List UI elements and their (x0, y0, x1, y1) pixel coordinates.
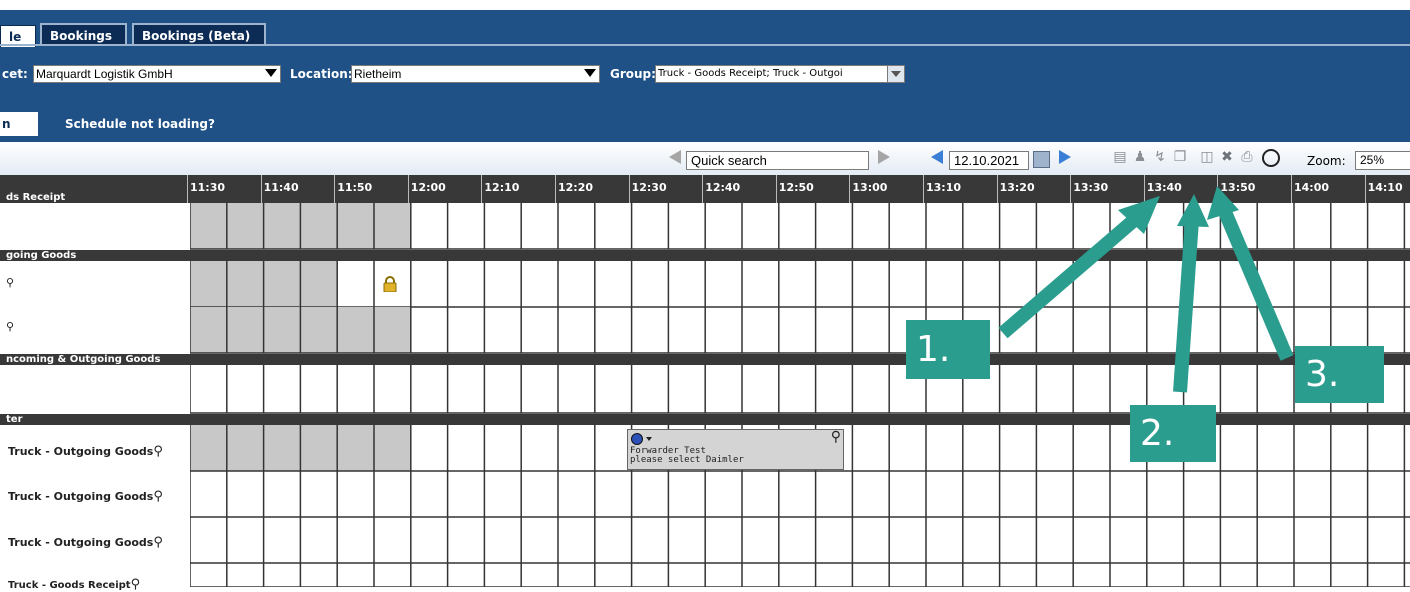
annotation-3: 3. (1295, 346, 1384, 403)
row-label[interactable]: ⚲ (6, 276, 14, 289)
person-icon[interactable]: ♟ (1132, 149, 1148, 165)
magnifier-icon[interactable]: ⚲ (131, 577, 141, 592)
section-label: ncoming & Outgoing Goods (6, 354, 161, 365)
subtab-schedule-help[interactable]: Schedule not loading? (65, 112, 215, 136)
dropdown-arrow-icon[interactable] (646, 437, 652, 441)
printer-icon[interactable]: ⎙ (1239, 149, 1255, 165)
magnifier-icon[interactable]: ⚲ (153, 444, 163, 459)
print-list-icon[interactable]: ▤ (1112, 149, 1128, 165)
group-value: Truck - Goods Receipt; Truck - Outgoi (658, 68, 843, 79)
date-prev-icon[interactable] (931, 150, 943, 164)
section-outgoing-goods: going Goods (0, 250, 1410, 261)
section-label: going Goods (6, 250, 77, 261)
split-icon[interactable]: ↯ (1152, 149, 1168, 165)
top-bar (0, 0, 1410, 10)
location-value: Rietheim (354, 67, 402, 81)
zoom-select[interactable]: 25% (1355, 151, 1410, 170)
row-label-truck-outgoing-1[interactable]: Truck - Outgoing Goods⚲ (8, 444, 163, 459)
tab-label: le (9, 30, 22, 44)
subtab-main[interactable]: n (0, 112, 38, 136)
location-label: Location: (290, 67, 353, 81)
magnifier-icon[interactable]: ⚲ (831, 430, 841, 444)
booking-line-2: please select Daimler (630, 455, 744, 465)
copy-icon[interactable]: ❐ (1172, 149, 1188, 165)
magnifier-icon[interactable]: ⚲ (153, 489, 163, 504)
magnifier-icon[interactable]: ⚲ (153, 535, 163, 550)
section-incoming-outgoing-goods: ncoming & Outgoing Goods (0, 354, 1410, 365)
lock-icon (383, 276, 397, 293)
delete-icon[interactable]: ✖ (1219, 149, 1235, 165)
magnifier-icon[interactable]: ⚲ (6, 276, 14, 289)
quick-search-input[interactable]: Quick search (686, 151, 869, 170)
circle-icon[interactable] (1262, 149, 1280, 167)
tab-label: Bookings (50, 29, 113, 43)
row-label-truck-outgoing-2[interactable]: Truck - Outgoing Goods⚲ (8, 489, 163, 504)
status-dot-icon (631, 433, 643, 445)
annotation-2: 2. (1130, 405, 1216, 462)
booking-entry[interactable]: ⚲ Forwarder Test please select Daimler (627, 429, 844, 470)
row-label-truck-outgoing-3[interactable]: Truck - Outgoing Goods⚲ (8, 535, 163, 550)
market-value: Marquardt Logistik GmbH (36, 67, 173, 81)
location-select[interactable]: Rietheim (351, 65, 600, 83)
group-label: Group: (610, 67, 656, 81)
search-prev-icon[interactable] (669, 150, 681, 164)
search-next-icon[interactable] (878, 150, 890, 164)
annotation-1: 1. (906, 320, 990, 379)
quick-search-text: Quick search (691, 153, 767, 168)
paste-icon[interactable]: ◫ (1199, 149, 1215, 165)
group-select[interactable]: Truck - Goods Receipt; Truck - Outgoi (655, 65, 905, 83)
dropdown-button[interactable] (887, 66, 904, 82)
subtab-label: Schedule not loading? (65, 117, 215, 131)
market-label: cet: (2, 67, 28, 81)
zoom-label: Zoom: (1307, 154, 1346, 168)
tabs-divider (0, 44, 1410, 46)
section-goods-receipt: ds Receipt (0, 192, 1410, 203)
section-label: ter (6, 414, 23, 425)
tab-bookings-beta[interactable]: Bookings (Beta) (132, 23, 266, 45)
tab-label: Bookings (Beta) (142, 29, 251, 43)
row-label-truck-receipt[interactable]: Truck - Goods Receipt⚲ (8, 577, 140, 592)
date-next-icon[interactable] (1059, 150, 1071, 164)
row-label[interactable]: ⚲ (6, 320, 14, 333)
chevron-down-icon (584, 69, 596, 77)
tab-bookings[interactable]: Bookings (40, 23, 127, 45)
date-text: 12.10.2021 (954, 153, 1020, 168)
zoom-value: 25% (1360, 153, 1385, 167)
chevron-down-icon (265, 69, 277, 77)
magnifier-icon[interactable]: ⚲ (6, 320, 14, 333)
subtab-label: n (2, 117, 11, 131)
market-select[interactable]: Marquardt Logistik GmbH (33, 65, 281, 83)
calendar-icon[interactable] (1033, 151, 1050, 168)
date-input[interactable]: 12.10.2021 (949, 151, 1029, 170)
section-label: ds Receipt (6, 192, 66, 203)
